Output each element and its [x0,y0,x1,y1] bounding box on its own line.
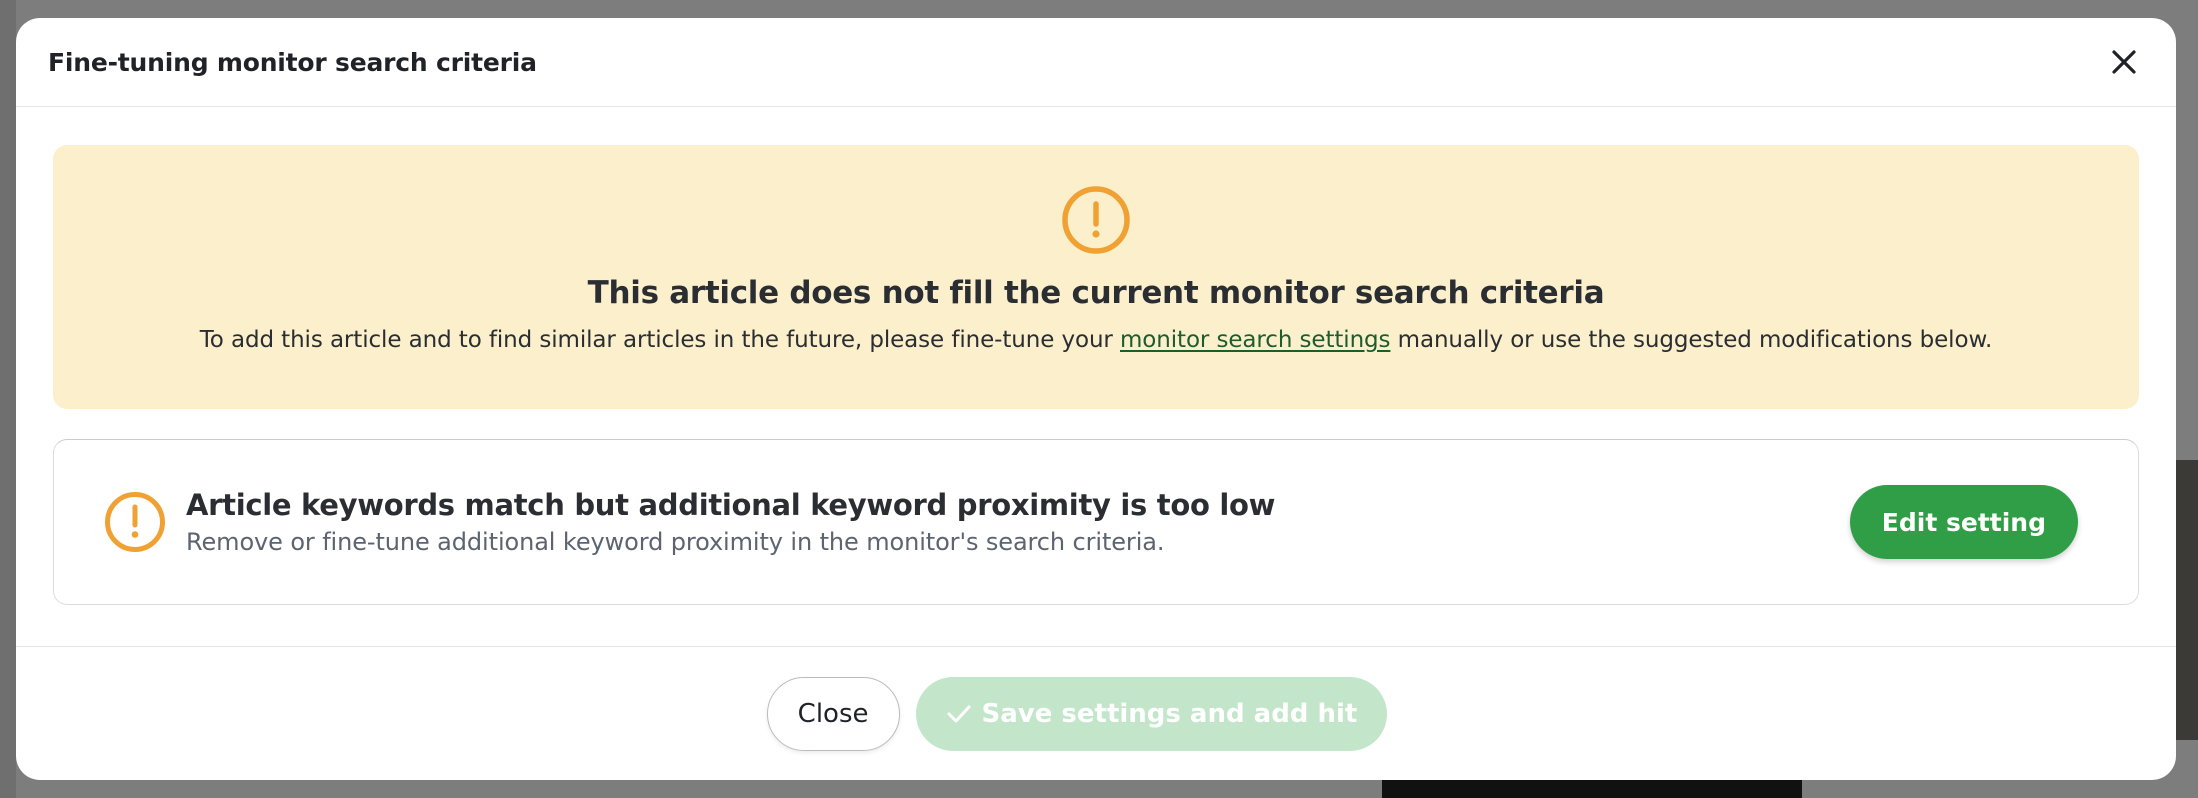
exclamation-circle-icon [1062,186,1130,254]
edit-setting-button[interactable]: Edit setting [1849,485,2078,559]
monitor-search-settings-link[interactable]: monitor search settings [1120,327,1391,353]
banner-description-text-end: manually or use the suggested modificati… [1390,327,1993,353]
background-left-strip [0,0,16,798]
dialog-header: Fine-tuning monitor search criteria [16,18,2176,107]
dialog-footer: Close Save settings and add hit [16,646,2176,780]
issue-subtitle: Remove or fine-tune additional keyword p… [186,528,1165,556]
issue-text: Article keywords match but additional ke… [186,488,1850,556]
issue-title: Article keywords match but additional ke… [186,488,1276,522]
check-icon [947,705,970,722]
dialog-body: This article does not fill the current m… [16,107,2176,605]
save-settings-button[interactable]: Save settings and add hit [915,676,1388,751]
warning-banner: This article does not fill the current m… [53,145,2139,409]
banner-description: To add this article and to find similar … [200,327,1993,353]
issue-card: Article keywords match but additional ke… [53,439,2139,605]
exclamation-circle-icon [105,492,165,552]
fine-tuning-dialog: Fine-tuning monitor search criteria This… [16,18,2176,780]
background-image-fragment [2174,460,2198,740]
dialog-title: Fine-tuning monitor search criteria [48,47,537,77]
banner-description-text: To add this article and to find similar … [199,327,1120,353]
close-icon[interactable] [2104,42,2144,82]
close-button[interactable]: Close [766,676,900,751]
save-settings-label: Save settings and add hit [981,698,1358,729]
banner-title: This article does not fill the current m… [587,275,1605,311]
